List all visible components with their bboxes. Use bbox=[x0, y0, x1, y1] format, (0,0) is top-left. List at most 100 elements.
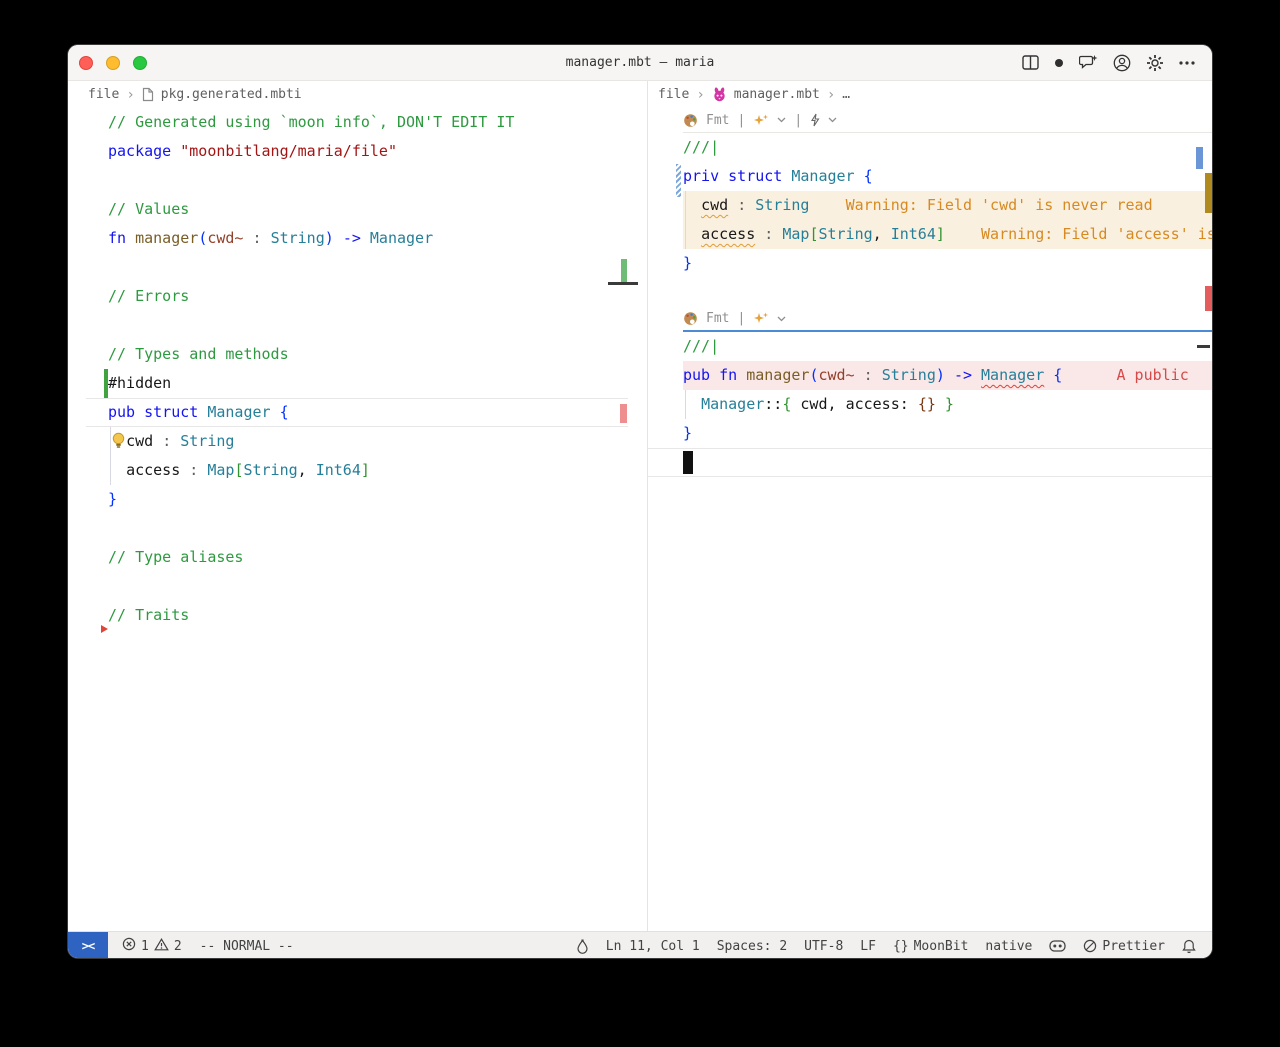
code-line[interactable]: fn manager(cwd~ : String) -> Manager bbox=[108, 224, 647, 253]
chevron-right-icon: › bbox=[696, 87, 704, 103]
overview-selection-marker bbox=[1196, 147, 1203, 169]
code-line[interactable]: access : Map[String, Int64] Warning: Fie… bbox=[683, 220, 1212, 249]
chevron-down-icon[interactable] bbox=[828, 117, 837, 123]
chevron-right-icon: › bbox=[827, 87, 835, 103]
vim-block-cursor bbox=[683, 451, 693, 474]
zoom-button[interactable] bbox=[133, 56, 147, 70]
bell-icon[interactable] bbox=[1182, 939, 1196, 954]
codelens-fmt[interactable]: Fmt bbox=[706, 113, 729, 128]
code-column: Fmt | | ///|priv struct Manager { cwd : … bbox=[683, 108, 1212, 477]
minimize-button[interactable] bbox=[106, 56, 120, 70]
more-icon[interactable] bbox=[1179, 61, 1195, 65]
slash-circle-icon bbox=[1083, 939, 1097, 953]
chevron-right-icon: › bbox=[126, 87, 134, 103]
error-count: 1 bbox=[141, 939, 149, 954]
code-line[interactable]: access : Map[String, Int64] bbox=[108, 456, 647, 485]
sparkles-icon[interactable] bbox=[753, 113, 769, 128]
vim-mode[interactable]: -- NORMAL -- bbox=[200, 939, 294, 954]
right-editor[interactable]: Fmt | | ///|priv struct Manager { cwd : … bbox=[648, 108, 1212, 931]
code-line[interactable]: // Traits bbox=[108, 601, 647, 630]
lightbulb-icon[interactable] bbox=[111, 432, 126, 454]
ink-drop-icon[interactable] bbox=[576, 939, 589, 954]
formatter-status[interactable]: Prettier bbox=[1083, 939, 1165, 954]
chat-sparkle-icon[interactable] bbox=[1079, 54, 1098, 71]
breadcrumb-file[interactable]: manager.mbt bbox=[734, 87, 820, 102]
code-line[interactable]: cwd : String bbox=[108, 427, 647, 456]
code-line[interactable]: cwd : String Warning: Field 'cwd' is nev… bbox=[683, 191, 1212, 220]
copilot-icon[interactable] bbox=[1049, 939, 1066, 953]
remote-indicator[interactable]: >< bbox=[68, 932, 108, 958]
code-line[interactable]: // Type aliases bbox=[108, 543, 647, 572]
chevron-down-icon[interactable] bbox=[777, 117, 786, 123]
code-line[interactable]: } bbox=[683, 419, 1212, 448]
settings-gear-icon[interactable] bbox=[1146, 54, 1164, 72]
account-icon[interactable] bbox=[1113, 54, 1131, 72]
code-line[interactable]: // Values bbox=[108, 195, 647, 224]
warning-icon bbox=[154, 938, 169, 955]
codelens-separator: | bbox=[737, 113, 745, 128]
overview-git-marker bbox=[621, 259, 627, 282]
codelens-row: Fmt | bbox=[683, 307, 1212, 332]
code-line[interactable] bbox=[683, 278, 1212, 307]
gutter-hatch-marker bbox=[676, 164, 681, 197]
breadcrumb-folder[interactable]: file bbox=[658, 87, 689, 102]
codelens-fmt[interactable]: Fmt bbox=[706, 311, 729, 326]
braces-icon: {} bbox=[893, 939, 909, 954]
code-line[interactable]: // Types and methods bbox=[108, 340, 647, 369]
code-line[interactable]: #hidden bbox=[108, 369, 647, 398]
code-line[interactable]: ///| bbox=[683, 133, 1212, 162]
code-line[interactable] bbox=[108, 311, 647, 340]
chevron-down-icon[interactable] bbox=[777, 316, 786, 322]
close-button[interactable] bbox=[79, 56, 93, 70]
formatter-label: Prettier bbox=[1102, 939, 1165, 954]
breadcrumb-folder[interactable]: file bbox=[88, 87, 119, 102]
unsaved-dot-icon[interactable] bbox=[1054, 58, 1064, 68]
cursor-position[interactable]: Ln 11, Col 1 bbox=[606, 939, 700, 954]
code-line[interactable]: ///| bbox=[683, 332, 1212, 361]
overview-error-marker bbox=[1205, 286, 1212, 311]
file-icon bbox=[142, 87, 154, 102]
bolt-icon[interactable] bbox=[810, 113, 820, 127]
titlebar: manager.mbt — maria bbox=[68, 45, 1212, 81]
code-lines: // Generated using `moon info`, DON'T ED… bbox=[108, 108, 647, 630]
problems-indicator[interactable]: 1 2 bbox=[122, 937, 182, 955]
breadcrumb: file › pkg.generated.mbti bbox=[68, 81, 647, 108]
code-line[interactable]: // Generated using `moon info`, DON'T ED… bbox=[108, 108, 647, 137]
code-line[interactable] bbox=[108, 572, 647, 601]
breadcrumb-file[interactable]: pkg.generated.mbti bbox=[161, 87, 302, 102]
code-line[interactable]: } bbox=[683, 249, 1212, 278]
codelens-row: Fmt | | bbox=[683, 108, 1212, 133]
red-arrow-marker bbox=[101, 625, 108, 633]
code-line[interactable]: package "moonbitlang/maria/file" bbox=[108, 137, 647, 166]
vscode-window: manager.mbt — maria file › pkg.generated… bbox=[68, 45, 1212, 958]
code-line[interactable] bbox=[108, 253, 647, 282]
build-target[interactable]: native bbox=[985, 939, 1032, 954]
codelens-separator: | bbox=[794, 113, 802, 128]
encoding[interactable]: UTF-8 bbox=[804, 939, 843, 954]
titlebar-actions bbox=[1022, 54, 1212, 72]
language-mode[interactable]: {} MoonBit bbox=[893, 939, 968, 954]
sparkles-icon[interactable] bbox=[753, 311, 769, 326]
code-line[interactable] bbox=[108, 514, 647, 543]
overview-warning-marker bbox=[1205, 173, 1212, 213]
language-label: MoonBit bbox=[914, 939, 969, 954]
code-line[interactable]: // Errors bbox=[108, 282, 647, 311]
left-editor[interactable]: // Generated using `moon info`, DON'T ED… bbox=[68, 108, 647, 931]
code-line[interactable] bbox=[108, 166, 647, 195]
indent-guide bbox=[685, 390, 686, 419]
codelens-separator: | bbox=[737, 311, 745, 326]
left-editor-pane: file › pkg.generated.mbti // Generated u… bbox=[68, 81, 648, 931]
code-line[interactable]: priv struct Manager { bbox=[683, 162, 1212, 191]
code-line[interactable]: Manager::{ cwd, access: {} } bbox=[683, 390, 1212, 419]
breadcrumb-symbol-ellipsis[interactable]: … bbox=[842, 87, 850, 102]
right-editor-pane: file › manager.mbt › … Fmt | | bbox=[648, 81, 1212, 931]
eol-sequence[interactable]: LF bbox=[860, 939, 876, 954]
breadcrumb: file › manager.mbt › … bbox=[648, 81, 1212, 108]
code-line[interactable]: pub fn manager(cwd~ : String) -> Manager… bbox=[683, 361, 1212, 390]
indentation[interactable]: Spaces: 2 bbox=[717, 939, 787, 954]
traffic-lights bbox=[68, 56, 147, 70]
code-line[interactable]: } bbox=[108, 485, 647, 514]
split-editor-icon[interactable] bbox=[1022, 55, 1039, 70]
palette-icon bbox=[683, 113, 698, 128]
indent-guide bbox=[685, 191, 686, 249]
